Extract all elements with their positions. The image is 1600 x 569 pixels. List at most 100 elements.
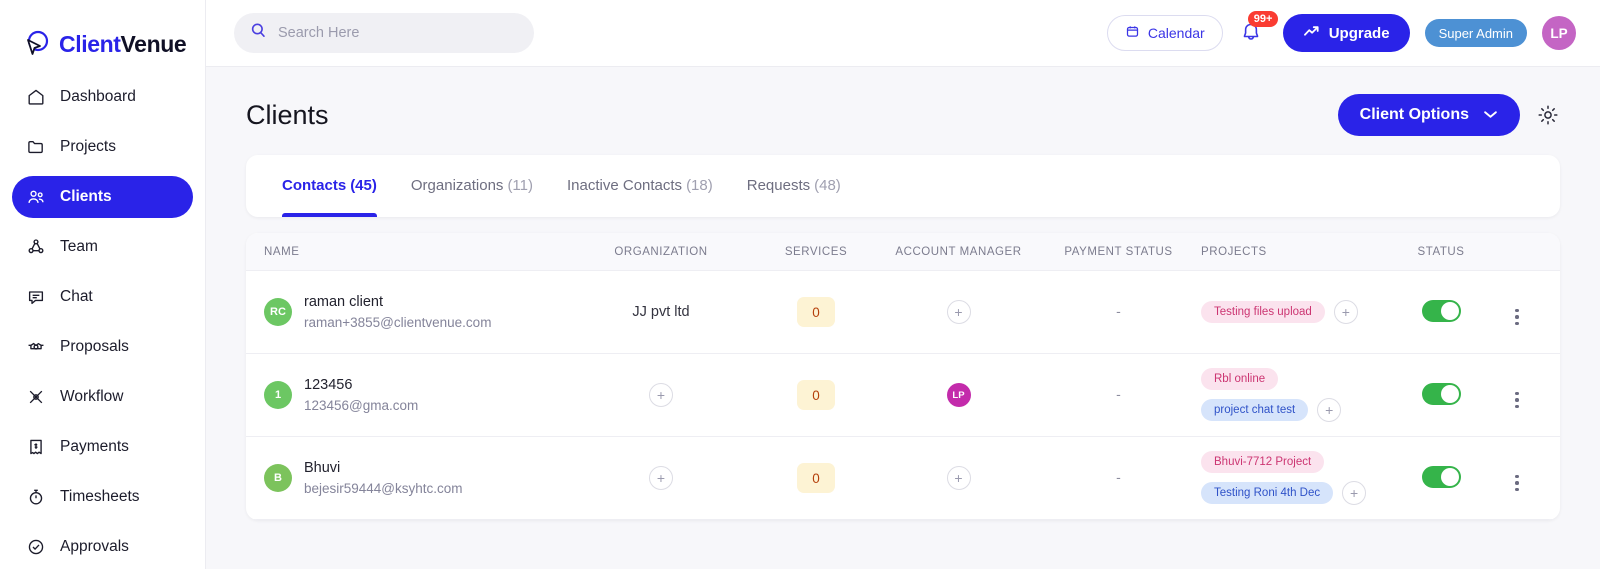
sidebar-item-payments[interactable]: Payments [12,426,193,468]
sidebar-item-timesheets[interactable]: Timesheets [12,476,193,518]
sidebar-nav: Dashboard Projects Clients Team Chat Pro… [0,66,205,568]
sidebar-item-dashboard[interactable]: Dashboard [12,76,193,118]
table-row[interactable]: 1 123456 123456@gma.com + 0 LP - Rbl onl… [246,354,1560,437]
add-account-manager-button[interactable]: + [946,466,971,490]
row-avatar: B [264,463,292,492]
add-project-button[interactable]: + [1333,300,1358,324]
avatar[interactable]: LP [1542,16,1576,50]
search-icon [250,22,267,44]
project-chip[interactable]: Testing files upload [1201,301,1325,323]
notifications-button[interactable]: 99+ [1238,11,1279,50]
column-header-services: SERVICES [784,245,848,258]
client-options-button[interactable]: Client Options [1337,94,1520,136]
client-identity: RC raman client raman+3855@clientvenue.c… [264,292,571,333]
table-header-row: NAME ORGANIZATION SERVICES ACCOUNT MANAG… [246,233,1560,271]
sidebar-item-label: Workflow [60,388,124,405]
sidebar-item-chat[interactable]: Chat [12,276,193,318]
add-project-button[interactable]: + [1317,398,1342,422]
sidebar-item-label: Dashboard [60,88,136,105]
top-bar: Calendar 99+ Upgrade [206,0,1600,67]
tab-requests[interactable]: Requests (48) [747,155,841,217]
page-title: Clients [246,99,329,130]
sidebar-item-team[interactable]: Team [12,226,193,268]
notification-badge: 99+ [1247,11,1279,28]
sidebar-item-clients[interactable]: Clients [12,176,193,218]
column-header-name: NAME [264,245,300,258]
calendar-icon [1125,24,1140,42]
top-bar-actions: Calendar 99+ Upgrade Super Admin LP [1106,11,1576,52]
project-chip[interactable]: Rbl online [1201,368,1279,390]
row-menu-button[interactable] [1515,308,1519,325]
upgrade-button[interactable]: Upgrade [1282,14,1410,52]
sidebar: ClientVenue Dashboard Projects Clients T… [0,0,206,569]
toggle-knob [1440,384,1459,403]
account-manager-avatar[interactable]: LP [946,383,971,407]
status-toggle[interactable] [1421,382,1461,405]
brand-name-part2: Venue [120,30,187,57]
table-row[interactable]: B Bhuvi bejesir59444@ksyhtc.com + 0 + - [246,437,1560,520]
role-badge[interactable]: Super Admin [1424,19,1527,47]
sidebar-item-workflow[interactable]: Workflow [12,376,193,418]
sidebar-item-proposals[interactable]: Proposals [12,326,193,368]
search-box[interactable] [234,13,534,53]
stopwatch-icon [26,487,46,507]
client-name: raman client [304,293,383,310]
status-toggle[interactable] [1421,465,1461,488]
sidebar-item-label: Payments [60,438,129,455]
payment-receipt-icon [26,437,46,457]
add-account-manager-button[interactable]: + [946,300,971,324]
project-chip[interactable]: Testing Roni 4th Dec [1201,482,1334,504]
column-header-projects: PROJECTS [1201,245,1267,258]
toggle-knob [1440,301,1459,320]
brand-logo[interactable]: ClientVenue [0,0,205,66]
table-row[interactable]: RC raman client raman+3855@clientvenue.c… [246,271,1560,354]
tab-inactive-contacts[interactable]: Inactive Contacts (18) [567,155,713,217]
clients-table: NAME ORGANIZATION SERVICES ACCOUNT MANAG… [246,233,1560,520]
tab-count: (11) [507,176,533,194]
tab-contacts[interactable]: Contacts (45) [282,155,377,217]
client-email: 123456@gma.com [304,397,419,413]
toggle-knob [1440,467,1459,486]
row-menu-button[interactable] [1515,391,1519,408]
calendar-button[interactable]: Calendar [1106,15,1223,51]
sidebar-item-label: Proposals [60,338,129,355]
gear-icon[interactable] [1536,103,1560,127]
trend-up-icon [1303,24,1320,43]
sidebar-item-projects[interactable]: Projects [12,126,193,168]
client-organization: JJ pvt ltd [632,304,690,320]
services-count[interactable]: 0 [797,297,835,327]
home-icon [26,87,46,107]
row-avatar: RC [264,297,292,326]
client-email: bejesir59444@ksyhtc.com [304,480,463,496]
search-input[interactable] [278,25,518,41]
services-count[interactable]: 0 [797,380,835,410]
brand-name-part1: Client [59,30,121,57]
column-header-organization: ORGANIZATION [614,245,708,258]
row-menu-button[interactable] [1515,474,1519,491]
chat-icon [26,287,46,307]
tabs-bar: Contacts (45) Organizations (11) Inactive … [246,155,1560,217]
folder-icon [26,137,46,157]
project-chip[interactable]: project chat test [1201,399,1309,421]
tab-label: Requests [746,176,811,194]
client-email: raman+3855@clientvenue.com [304,314,492,330]
projects-cell: Bhuvi-7712 Project Testing Roni 4th Dec … [1201,451,1386,505]
sidebar-item-label: Projects [60,138,116,155]
sidebar-item-label: Chat [60,288,93,305]
sidebar-item-approvals[interactable]: Approvals [12,526,193,568]
add-organization-button[interactable]: + [649,466,673,490]
add-project-button[interactable]: + [1342,481,1367,505]
services-count[interactable]: 0 [797,463,835,493]
app-root: ClientVenue Dashboard Projects Clients T… [0,0,1600,569]
add-organization-button[interactable]: + [649,383,673,407]
tab-organizations[interactable]: Organizations (11) [411,155,533,217]
row-avatar: 1 [264,380,292,409]
project-chip[interactable]: Bhuvi-7712 Project [1201,451,1325,473]
cursor-bubble-icon [22,29,52,59]
status-toggle[interactable] [1421,299,1461,322]
brand-name: ClientVenue [59,30,187,58]
tab-count: (18) [686,176,713,194]
tab-count: (45) [350,176,377,194]
payment-status: - [1116,386,1121,402]
tab-count: (48) [814,176,841,194]
